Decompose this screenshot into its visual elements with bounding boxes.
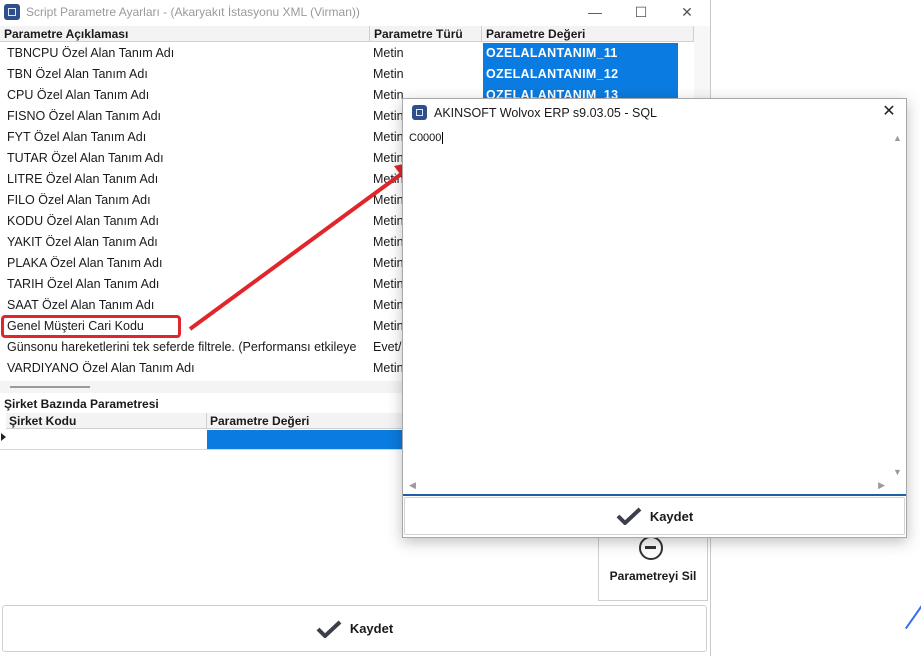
row-description: LITRE Özel Alan Tanım Adı (7, 172, 159, 186)
scroll-right-icon[interactable]: ▶ (878, 480, 885, 491)
dialog-save-label: Kaydet (649, 508, 694, 524)
company-section-title: Şirket Bazında Parametresi (4, 397, 159, 411)
dialog-save-button[interactable]: Kaydet (404, 497, 905, 535)
splitter-grip (10, 386, 90, 388)
scroll-left-icon[interactable]: ◀ (409, 480, 416, 491)
divider (403, 494, 906, 496)
maximize-icon[interactable]: ☐ (630, 2, 652, 22)
highlight-box (1, 315, 181, 338)
checkmark-icon (316, 620, 342, 638)
text-editor-dialog: AKINSOFT Wolvox ERP s9.03.05 - SQL ✕ C00… (402, 98, 907, 538)
minus-circle-icon (639, 536, 663, 560)
close-icon[interactable]: ✕ (676, 2, 698, 22)
column-header-type[interactable]: Parametre Türü (370, 26, 482, 42)
value-text-area[interactable]: C0000 (407, 130, 894, 482)
row-description: KODU Özel Alan Tanım Adı (7, 214, 159, 228)
row-description: SAAT Özel Alan Tanım Adı (7, 298, 155, 312)
decorative-line (905, 603, 921, 630)
column-header-company-value[interactable]: Parametre Değeri (207, 413, 407, 429)
row-description: TARIH Özel Alan Tanım Adı (7, 277, 160, 291)
row-description: Günsonu hareketlerini tek seferde filtre… (7, 340, 357, 354)
row-description: FISNO Özel Alan Tanım Adı (7, 109, 162, 123)
row-description: PLAKA Özel Alan Tanım Adı (7, 256, 163, 270)
row-value[interactable]: OZELALANTANIM_12 (483, 64, 678, 85)
window-title: Script Parametre Ayarları - (Akaryakıt İ… (26, 5, 360, 19)
row-indicator-icon (1, 433, 6, 441)
table-row[interactable]: TBN Özel Alan Tanım Adı Metin OZELALANTA… (0, 64, 694, 85)
text-value: C0000 (409, 132, 442, 144)
divider (0, 449, 407, 450)
scroll-down-icon[interactable]: ▼ (893, 467, 902, 477)
save-label: Kaydet (349, 621, 394, 636)
row-type: Metin (373, 46, 404, 60)
row-description: TUTAR Özel Alan Tanım Adı (7, 151, 164, 165)
horizontal-scrollbar[interactable]: ◀ ▶ (405, 478, 889, 493)
row-description: FYT Özel Alan Tanım Adı (7, 130, 147, 144)
title-bar: Script Parametre Ayarları - (Akaryakıt İ… (0, 0, 710, 25)
dialog-title: AKINSOFT Wolvox ERP s9.03.05 - SQL (434, 106, 658, 120)
column-header-company-code[interactable]: Şirket Kodu (6, 413, 207, 429)
checkmark-icon (616, 507, 642, 525)
minimize-icon[interactable]: — (584, 2, 606, 22)
row-description: FILO Özel Alan Tanım Adı (7, 193, 151, 207)
row-value[interactable]: OZELALANTANIM_11 (483, 43, 678, 64)
row-description: CPU Özel Alan Tanım Adı (7, 88, 150, 102)
app-icon (412, 105, 427, 120)
close-icon[interactable]: ✕ (878, 102, 900, 122)
delete-parameter-label: Parametreyi Sil (609, 569, 697, 583)
column-header-value[interactable]: Parametre Değeri (482, 26, 694, 42)
text-cursor (442, 132, 444, 145)
delete-parameter-button[interactable]: Parametreyi Sil (598, 536, 708, 601)
row-description: TBNCPU Özel Alan Tanım Adı (7, 46, 175, 60)
company-value-cell[interactable] (207, 430, 407, 449)
vertical-scrollbar[interactable]: ▲ ▼ (890, 131, 905, 478)
scroll-up-icon[interactable]: ▲ (893, 133, 902, 143)
table-row[interactable]: TBNCPU Özel Alan Tanım Adı Metin OZELALA… (0, 43, 694, 64)
row-type: Metin (373, 67, 404, 81)
column-header-description[interactable]: Parametre Açıklaması (0, 26, 370, 42)
row-description: VARDIYANO Özel Alan Tanım Adı (7, 361, 195, 375)
row-description: YAKIT Özel Alan Tanım Adı (7, 235, 158, 249)
app-icon (4, 4, 20, 20)
row-description: TBN Özel Alan Tanım Adı (7, 67, 148, 81)
save-button[interactable]: Kaydet (2, 605, 707, 652)
